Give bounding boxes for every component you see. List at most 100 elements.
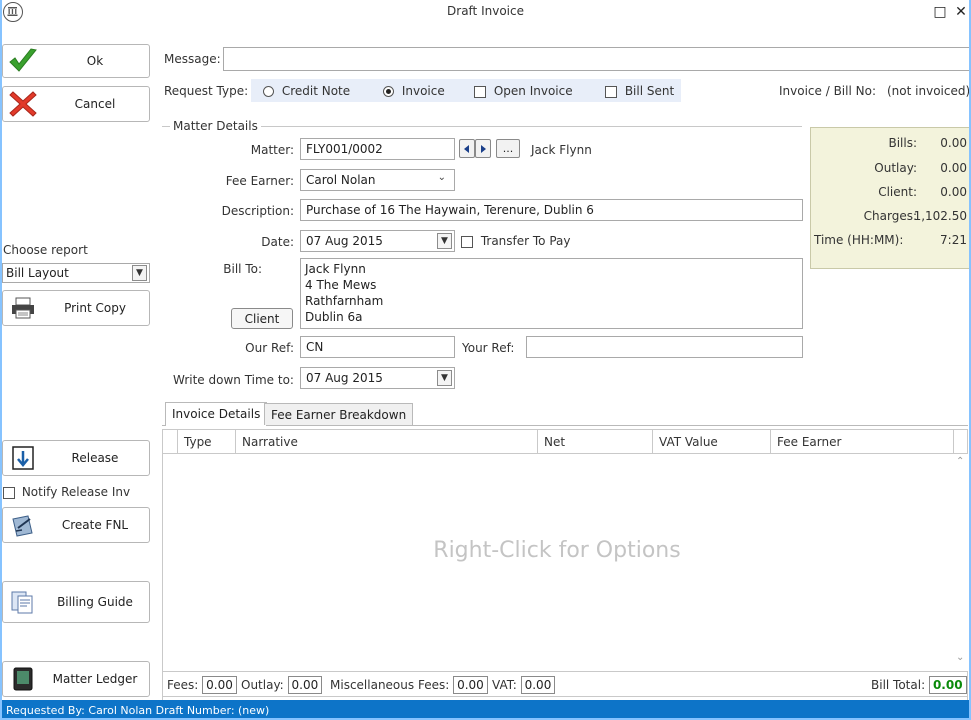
ok-label: Ok (86, 54, 104, 68)
fees-total: Fees: 0.00 (167, 676, 237, 694)
summary-label: Client: (878, 185, 917, 199)
fees-label: Fees: (167, 678, 199, 692)
grid-header: Type Narrative Net VAT Value Fee Earner (162, 429, 968, 454)
client-name: Jack Flynn (531, 143, 592, 157)
checkbox-box[interactable] (3, 486, 15, 499)
misc-fees-value: 0.00 (453, 676, 488, 694)
radio-invoice[interactable] (383, 86, 394, 97)
matter-input[interactable]: FLY001/0002 (300, 138, 455, 160)
previous-matter-button[interactable] (459, 139, 475, 158)
next-matter-button[interactable] (475, 139, 491, 158)
matter-details-title: Matter Details (170, 119, 261, 133)
bill-sent-checkbox[interactable]: Bill Sent (605, 84, 674, 98)
chevron-down-icon[interactable]: ▼ (437, 233, 452, 249)
date-label: Date: (261, 235, 294, 249)
message-input[interactable] (223, 47, 971, 71)
tab-fee-earner-breakdown[interactable]: Fee Earner Breakdown (264, 403, 414, 425)
cancel-button[interactable]: Cancel (2, 86, 150, 122)
matter-ledger-button[interactable]: Matter Ledger (2, 661, 150, 697)
tab-strip-line (162, 425, 968, 426)
create-fnl-button[interactable]: Create FNL (2, 507, 150, 543)
checkbox-box[interactable] (461, 235, 473, 248)
billing-guide-button[interactable]: Billing Guide (2, 581, 150, 623)
description-input[interactable]: Purchase of 16 The Haywain, Terenure, Du… (300, 199, 803, 221)
outlay-label: Outlay: (241, 678, 284, 692)
column-header-net[interactable]: Net (537, 430, 652, 453)
misc-fees-total: Miscellaneous Fees: 0.00 (330, 676, 488, 694)
ledger-book-icon (5, 663, 41, 695)
summary-value: 1,102.50 (913, 209, 967, 223)
invoice-radio[interactable]: Invoice (383, 84, 445, 98)
document-sign-icon (5, 509, 41, 541)
column-header-narrative[interactable]: Narrative (235, 430, 537, 453)
our-ref-input[interactable]: CN (300, 336, 455, 358)
summary-label: Outlay: (874, 161, 917, 175)
checkbox-box[interactable] (474, 85, 486, 98)
chevron-down-icon[interactable]: ▼ (437, 370, 452, 386)
scroll-up-icon[interactable]: ⌃ (956, 456, 964, 467)
your-ref-input[interactable] (526, 336, 803, 358)
print-copy-button[interactable]: Print Copy (2, 290, 150, 326)
column-header-fee-earner[interactable]: Fee Earner (770, 430, 953, 453)
column-header-vat-value[interactable]: VAT Value (652, 430, 770, 453)
bill-to-textarea[interactable]: Jack Flynn 4 The Mews Rathfarnham Dublin… (300, 258, 803, 329)
write-down-label: Write down Time to: (173, 373, 294, 387)
credit-note-label: Credit Note (281, 84, 351, 98)
cancel-label: Cancel (74, 97, 116, 111)
write-down-value: 07 Aug 2015 (306, 371, 383, 385)
fee-earner-label: Fee Earner: (225, 174, 294, 188)
misc-fees-label: Miscellaneous Fees: (330, 678, 450, 692)
tab-invoice-details[interactable]: Invoice Details (165, 402, 268, 426)
client-button[interactable]: Client (231, 308, 293, 329)
fee-earner-select[interactable]: Carol Nolan ⌄ (300, 169, 455, 191)
notify-release-label: Notify Release Inv (21, 485, 131, 499)
bill-to-label: Bill To: (223, 262, 262, 276)
release-label: Release (71, 451, 119, 465)
column-header-spacer (953, 430, 969, 453)
billing-guide-icon (5, 586, 41, 618)
summary-row: Outlay: 0.00 (811, 158, 971, 180)
invoice-no-value: (not invoiced) (887, 84, 971, 98)
bill-sent-label: Bill Sent (624, 84, 675, 98)
printer-icon (5, 292, 41, 324)
message-label: Message: (164, 52, 221, 66)
totals-bar: Fees: 0.00 Outlay: 0.00 Miscellaneous Fe… (162, 671, 968, 697)
open-invoice-checkbox[interactable]: Open Invoice (474, 84, 573, 98)
bill-total-value: 0.00 (928, 676, 967, 694)
summary-row: Bills: 0.00 (811, 133, 971, 155)
maximize-icon[interactable]: □ (930, 2, 950, 22)
invoice-label: Invoice (401, 84, 445, 98)
vat-label: VAT: (492, 678, 517, 692)
fee-earner-value: Carol Nolan (306, 173, 376, 187)
close-icon[interactable]: ✕ (951, 2, 971, 22)
release-button[interactable]: Release (2, 440, 150, 476)
column-header-type[interactable]: Type (177, 430, 235, 453)
scroll-down-icon[interactable]: ⌄ (956, 652, 964, 663)
bill-total: Bill Total: 0.00 (871, 676, 967, 694)
chevron-down-icon: ⌄ (437, 172, 446, 183)
matter-lookup-button[interactable]: ... (496, 139, 520, 158)
matter-ledger-label: Matter Ledger (52, 672, 138, 686)
financial-summary-panel: Bills: 0.00 Outlay: 0.00 Client: 0.00 Ch… (810, 127, 970, 269)
write-down-date-picker[interactable]: 07 Aug 2015 ▼ (300, 367, 455, 389)
transfer-to-pay-checkbox[interactable]: Transfer To Pay (461, 234, 571, 248)
summary-value: 0.00 (940, 185, 967, 199)
outlay-total: Outlay: 0.00 (241, 676, 323, 694)
checkbox-box[interactable] (605, 85, 617, 98)
open-invoice-label: Open Invoice (493, 84, 573, 98)
vat-total: VAT: 0.00 (492, 676, 556, 694)
grid-scrollbar[interactable]: ⌃ ⌄ (953, 454, 968, 671)
checkmark-icon (5, 45, 41, 77)
notify-release-checkbox[interactable]: Notify Release Inv (3, 485, 130, 499)
summary-value: 0.00 (940, 136, 967, 150)
request-type-label: Request Type: (164, 84, 249, 98)
ok-button[interactable]: Ok (2, 44, 150, 78)
radio-credit-note[interactable] (263, 86, 274, 97)
summary-label: Time (HH:MM): (814, 233, 904, 247)
credit-note-radio[interactable]: Credit Note (263, 84, 350, 98)
report-select[interactable]: Bill Layout ▼ (2, 263, 150, 283)
choose-report-label: Choose report (3, 243, 88, 257)
summary-label: Bills: (888, 136, 917, 150)
date-picker[interactable]: 07 Aug 2015 ▼ (300, 230, 455, 252)
summary-row: Time (HH:MM): 7:21 (811, 230, 971, 252)
